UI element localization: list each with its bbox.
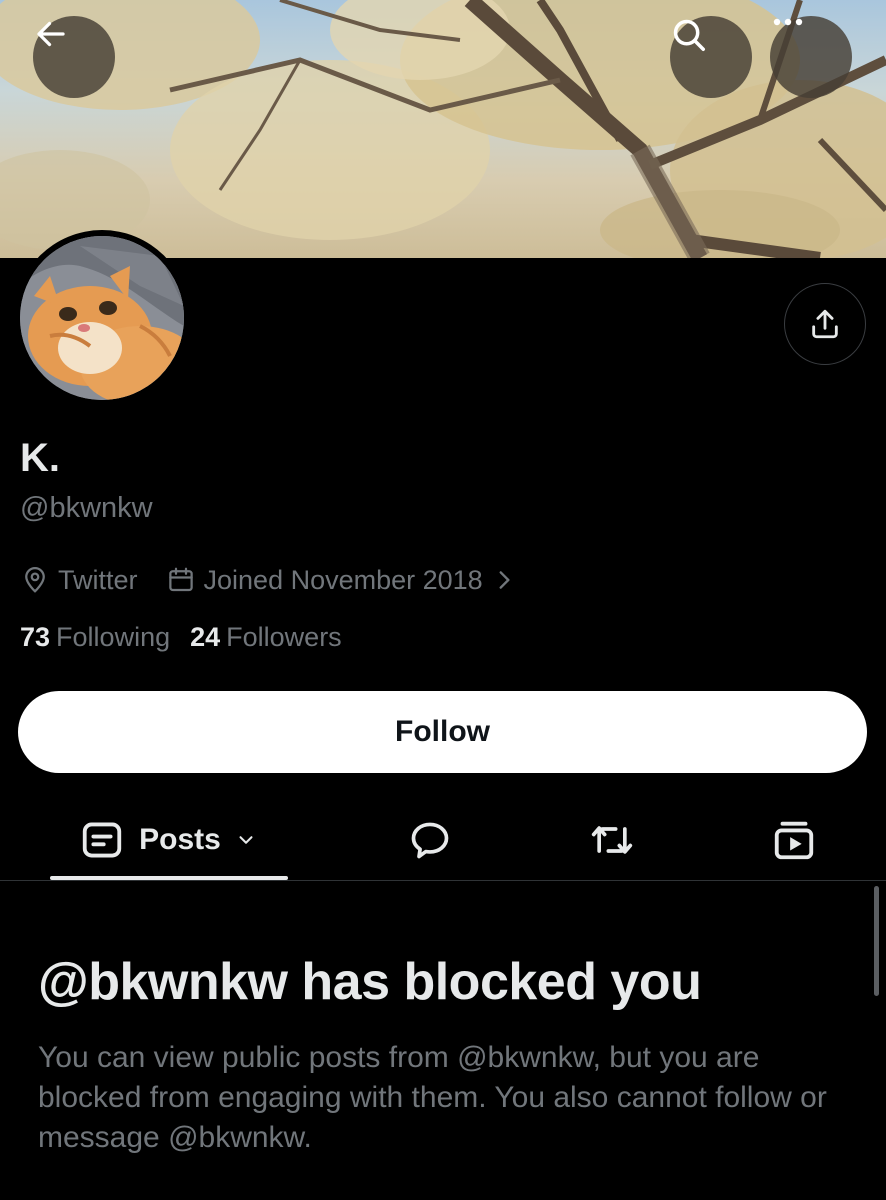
display-name: K.: [20, 436, 60, 480]
arrow-left-icon: [37, 21, 65, 47]
banner-image: [0, 0, 886, 258]
media-icon: [774, 821, 814, 860]
chevron-right-icon: [499, 571, 510, 589]
location-pin-icon: [25, 567, 45, 593]
chevron-down-icon: [239, 836, 253, 844]
joined-text: Joined November 2018: [203, 564, 483, 595]
followers-label: Followers: [226, 622, 342, 652]
profile-handle: @bkwnkw: [20, 492, 153, 524]
profile-banner[interactable]: [0, 0, 886, 258]
following-count: 73: [20, 622, 51, 652]
tab-active-indicator: [50, 876, 288, 880]
posts-icon: [82, 822, 122, 858]
followers-count: 24: [190, 622, 221, 652]
profile-avatar[interactable]: [14, 230, 190, 406]
blocked-description: You can view public posts from @bkwnkw, …: [38, 1041, 827, 1154]
more-button[interactable]: [770, 16, 852, 98]
profile-tabs: Posts: [0, 800, 886, 881]
more-horizontal-icon: [773, 18, 803, 26]
following-label: Following: [56, 622, 171, 652]
follow-stats: 73 Following 24 Followers: [20, 622, 342, 653]
calendar-icon: [168, 567, 193, 592]
search-button[interactable]: [670, 16, 752, 98]
share-button[interactable]: [784, 283, 866, 365]
followers-stat[interactable]: 24 Followers: [190, 622, 342, 653]
avatar-image: [20, 236, 184, 400]
tab-reposts[interactable]: [570, 800, 654, 880]
profile-meta: Twitter Joined November 2018: [20, 562, 525, 598]
follow-button[interactable]: Follow: [18, 691, 867, 773]
tab-posts[interactable]: Posts: [50, 800, 288, 880]
tab-replies[interactable]: [388, 800, 472, 880]
tab-media[interactable]: [752, 800, 836, 880]
search-icon: [673, 19, 705, 51]
blocked-title: @bkwnkw has blocked you: [38, 953, 702, 1011]
location-item: Twitter: [20, 565, 138, 596]
share-icon: [812, 309, 838, 339]
replies-icon: [411, 822, 449, 859]
scrollbar[interactable]: [874, 886, 879, 996]
location-text: Twitter: [58, 564, 138, 595]
reposts-icon: [591, 826, 633, 854]
joined-item[interactable]: Joined November 2018: [166, 565, 525, 596]
back-button[interactable]: [33, 16, 115, 98]
following-stat[interactable]: 73 Following: [20, 622, 170, 653]
tab-posts-label: Posts: [139, 823, 221, 856]
